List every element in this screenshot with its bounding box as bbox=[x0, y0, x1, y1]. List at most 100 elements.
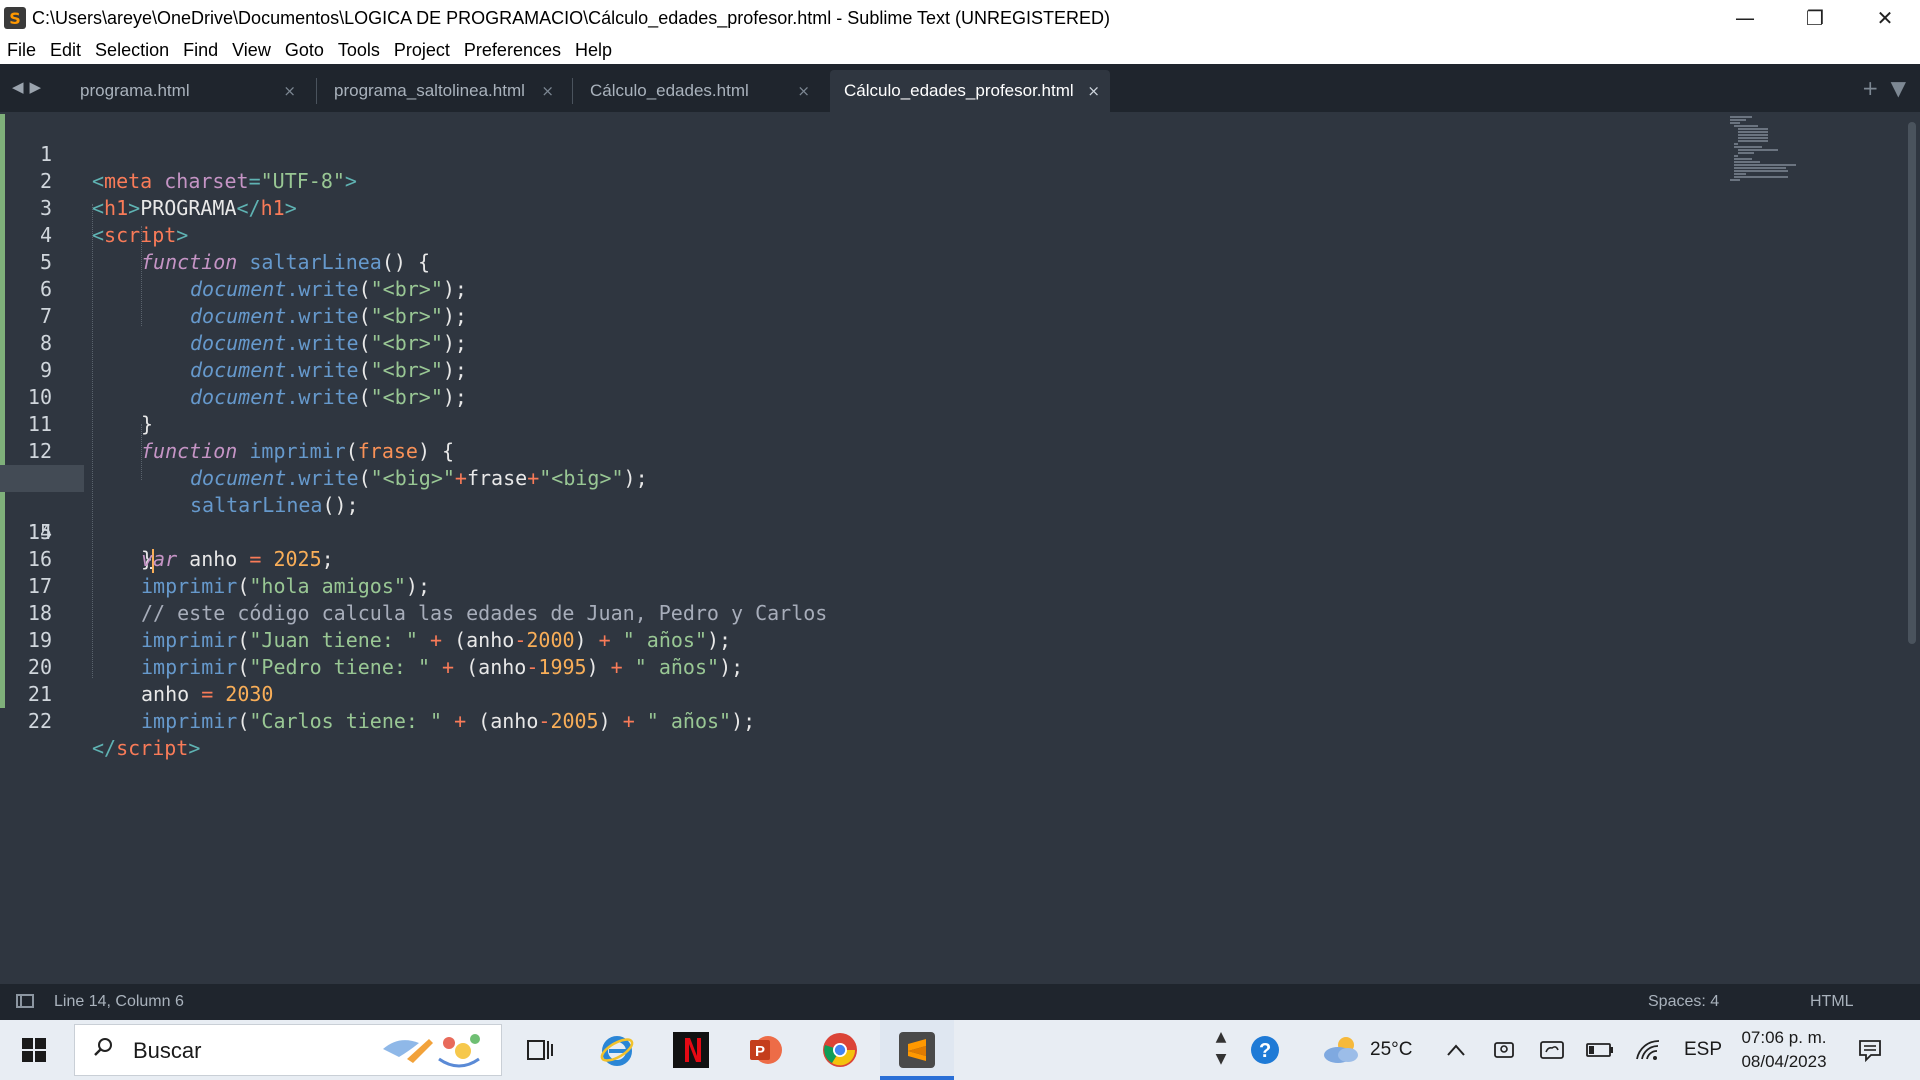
tab-close-icon[interactable]: × bbox=[283, 82, 296, 100]
code-line-10: 10 } bbox=[0, 357, 1880, 436]
weather-temperature: 25°C bbox=[1370, 1039, 1413, 1060]
status-bar: Line 14, Column 6 Spaces: 4 HTML bbox=[0, 984, 1920, 1020]
code-text: </script> bbox=[92, 736, 201, 760]
menu-bar: File Edit Selection Find View Goto Tools… bbox=[0, 36, 1920, 65]
svg-text:?: ? bbox=[1259, 1040, 1271, 1062]
code-line-13: 13 saltarLinea(); bbox=[0, 438, 1880, 517]
help-icon[interactable]: ? bbox=[1245, 1030, 1285, 1070]
tab-programa-saltolinea[interactable]: programa_saltolinea.html × bbox=[320, 70, 564, 112]
svg-text:P: P bbox=[755, 1043, 765, 1060]
tab-calculo-edades[interactable]: Cálculo_edades.html × bbox=[576, 70, 820, 112]
syntax-selector[interactable]: HTML bbox=[1810, 993, 1854, 1011]
active-app-indicator bbox=[880, 1076, 954, 1080]
indentation-setting[interactable]: Spaces: 4 bbox=[1648, 993, 1719, 1011]
close-button[interactable]: ✕ bbox=[1850, 0, 1920, 36]
code-line-17: 17 // este código calcula las edades de … bbox=[0, 546, 1880, 625]
menu-preferences[interactable]: Preferences bbox=[457, 36, 568, 64]
sublime-text-icon: S bbox=[4, 7, 26, 29]
menu-view[interactable]: View bbox=[225, 36, 278, 64]
cursor-position: Line 14, Column 6 bbox=[54, 993, 184, 1010]
tab-bar: ◀ ▶ programa.html × programa_saltolinea.… bbox=[0, 64, 1920, 112]
code-line-22: 22 </script> bbox=[0, 681, 1880, 760]
restore-button[interactable]: ❐ bbox=[1780, 0, 1850, 36]
notification-center-icon[interactable] bbox=[1850, 1030, 1890, 1070]
tab-separator bbox=[316, 78, 317, 104]
clock-date: 08/04/2023 bbox=[1741, 1052, 1827, 1071]
weather-widget[interactable]: 25°C bbox=[1320, 1020, 1412, 1080]
clock-time: 07:06 p. m. bbox=[1741, 1028, 1827, 1047]
search-highlight-illustration-icon bbox=[383, 1034, 480, 1068]
taskbar-scroll-arrows[interactable]: ▲ ▼ bbox=[1212, 1026, 1230, 1074]
tab-calculo-edades-profesor[interactable]: Cálculo_edades_profesor.html × bbox=[830, 70, 1110, 112]
tab-label: programa_saltolinea.html bbox=[334, 81, 525, 100]
minimap[interactable] bbox=[1730, 114, 1830, 184]
code-line-11: 11 function imprimir(frase) { bbox=[0, 384, 1880, 463]
code-line-19: 19 imprimir("Pedro tiene: " + (anho-1995… bbox=[0, 600, 1880, 679]
code-line-21: 21 imprimir("Carlos tiene: " + (anho-200… bbox=[0, 654, 1880, 733]
menu-tools[interactable]: Tools bbox=[331, 36, 387, 64]
new-tab-icon[interactable]: + bbox=[1862, 76, 1879, 100]
code-line-9: 9 document.write("<br>"); bbox=[0, 330, 1880, 409]
tab-close-icon[interactable]: × bbox=[797, 82, 810, 100]
code-line-6: 6 document.write("<br>"); bbox=[0, 249, 1880, 328]
code-line-12: 12 document.write("<big>"+frase+"<big>")… bbox=[0, 411, 1880, 490]
tab-programa[interactable]: programa.html × bbox=[66, 70, 306, 112]
windows-start-icon[interactable] bbox=[22, 1038, 46, 1062]
menu-selection[interactable]: Selection bbox=[88, 36, 176, 64]
code-line-2: 2 <h1>PROGRAMA</h1> bbox=[0, 141, 1880, 220]
search-placeholder: Buscar bbox=[133, 1038, 202, 1063]
sublime-text-taskbar-icon[interactable] bbox=[897, 1030, 937, 1070]
system-clock[interactable]: 07:06 p. m. 08/04/2023 bbox=[1736, 1026, 1832, 1074]
menu-find[interactable]: Find bbox=[176, 36, 225, 64]
wifi-icon[interactable] bbox=[1628, 1030, 1668, 1070]
tab-back-icon[interactable]: ◀ bbox=[12, 78, 24, 96]
tab-navigation: ◀ ▶ bbox=[12, 78, 41, 96]
current-line-highlight bbox=[0, 465, 84, 492]
search-icon bbox=[94, 1038, 112, 1056]
input-language[interactable]: ESP bbox=[1684, 1020, 1722, 1080]
code-line-15: 15 var anho = 2025; bbox=[0, 492, 1880, 571]
task-view-icon[interactable] bbox=[520, 1030, 560, 1070]
window-title: C:\Users\areye\OneDrive\Documentos\LOGIC… bbox=[32, 7, 1111, 28]
tab-separator bbox=[572, 78, 573, 104]
menu-goto[interactable]: Goto bbox=[278, 36, 331, 64]
code-line-3: 3 <script> bbox=[0, 168, 1880, 247]
show-hidden-icons-chevron-icon[interactable] bbox=[1436, 1030, 1476, 1070]
code-line-5: 5 document.write("<br>"); bbox=[0, 222, 1880, 301]
meet-now-icon[interactable] bbox=[1484, 1030, 1524, 1070]
tab-list-icon[interactable]: ▼ bbox=[1891, 76, 1906, 100]
code-line-8: 8 document.write("<br>"); bbox=[0, 303, 1880, 382]
line-number: 22 bbox=[27, 709, 52, 733]
tab-label: Cálculo_edades.html bbox=[590, 81, 749, 100]
powerpoint-icon[interactable]: P bbox=[745, 1030, 785, 1070]
code-line-1: 1 <meta charset="UTF-8"> bbox=[0, 114, 1880, 193]
taskbar-search[interactable]: Buscar bbox=[74, 1024, 502, 1076]
tab-forward-icon[interactable]: ▶ bbox=[30, 78, 42, 96]
tab-label: Cálculo_edades_profesor.html bbox=[844, 81, 1074, 100]
tab-label: programa.html bbox=[80, 81, 190, 100]
vertical-scrollbar[interactable] bbox=[1908, 122, 1916, 644]
window-controls: — ❐ ✕ bbox=[1710, 0, 1920, 36]
menu-help[interactable]: Help bbox=[568, 36, 619, 64]
code-line-7: 7 document.write("<br>"); bbox=[0, 276, 1880, 355]
internet-explorer-icon[interactable] bbox=[597, 1030, 637, 1070]
tab-bar-controls: + ▼ bbox=[1862, 76, 1906, 100]
onedrive-sync-icon[interactable] bbox=[1532, 1030, 1572, 1070]
chrome-icon[interactable] bbox=[820, 1030, 860, 1070]
battery-icon[interactable] bbox=[1580, 1030, 1620, 1070]
tab-close-icon[interactable]: × bbox=[1087, 82, 1100, 100]
tab-close-icon[interactable]: × bbox=[541, 82, 554, 100]
code-line-4: 4 function saltarLinea() { bbox=[0, 195, 1880, 274]
menu-file[interactable]: File bbox=[0, 36, 43, 64]
code-line-14: 14 } bbox=[0, 465, 1880, 573]
title-bar: S C:\Users\areye\OneDrive\Documentos\LOG… bbox=[0, 0, 1920, 36]
netflix-icon[interactable] bbox=[671, 1030, 711, 1070]
code-editor[interactable]: 1 <meta charset="UTF-8"> 2 <h1>PROGRAMA<… bbox=[0, 112, 1920, 984]
language-label: ESP bbox=[1684, 1039, 1723, 1060]
windows-taskbar: Buscar P ▲ ▼ ? 25°C ESP 07:06 p. m. 08/0… bbox=[0, 1020, 1920, 1080]
code-line-20: 20 anho = 2030 bbox=[0, 627, 1880, 706]
menu-project[interactable]: Project bbox=[387, 36, 457, 64]
menu-edit[interactable]: Edit bbox=[43, 36, 88, 64]
sidebar-toggle-icon[interactable] bbox=[16, 994, 34, 1008]
minimize-button[interactable]: — bbox=[1710, 0, 1780, 36]
